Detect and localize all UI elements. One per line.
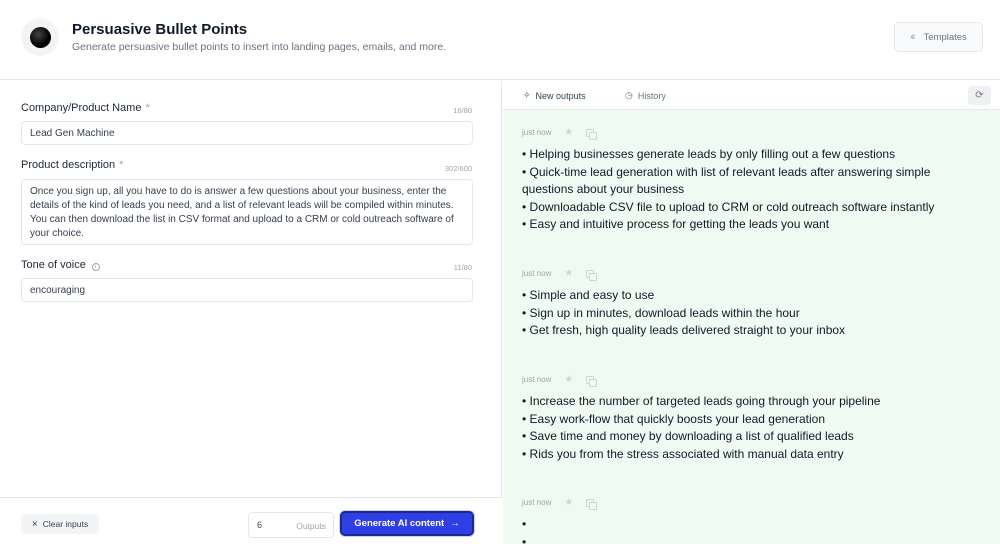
product-description-label: Product description * (21, 159, 123, 171)
output-timestamp: just now (522, 375, 552, 384)
outputs-count-value: 6 (257, 520, 263, 530)
output-line: • (522, 517, 527, 531)
close-icon: × (31, 518, 38, 530)
tab-history[interactable]: ◷ History (625, 90, 666, 101)
output-line: • Easy work-flow that quickly boosts you… (522, 411, 826, 426)
generate-label: Generate AI content (354, 518, 445, 529)
output-line: • Easy and intuitive process for getting… (522, 217, 830, 231)
product-description-counter: 302/600 (444, 164, 472, 173)
arrow-right-icon: → (450, 518, 460, 529)
clock-icon: ◷ (625, 90, 633, 100)
black-sphere-icon (29, 26, 51, 48)
outputs-panel: ✧ New outputs ◷ History ⟳ just now ★ • H… (503, 81, 1000, 544)
output-timestamp: just now (522, 128, 552, 137)
outputs-count-label: Outputs (296, 521, 326, 531)
output-line: • Get fresh, high quality leads delivere… (522, 323, 846, 337)
output-line: • Simple and easy to use (522, 288, 655, 302)
copy-icon[interactable] (586, 498, 598, 510)
templates-label: Templates (923, 31, 967, 43)
copy-icon[interactable] (586, 128, 598, 140)
output-line: • Quick-time lead generation with list o… (522, 164, 931, 197)
copy-icon[interactable] (586, 375, 598, 387)
input-form-panel: Company/Product Name * 16/80 Lead Gen Mac… (0, 81, 502, 544)
company-name-label: Company/Product Name * (21, 102, 150, 114)
output-text: • Increase the number of targeted leads … (522, 393, 977, 463)
output-meta: just now ★ (522, 268, 598, 281)
clear-inputs-label: Clear inputs (42, 519, 89, 529)
product-description-textarea[interactable]: Once you sign up, all you have to do is … (21, 179, 473, 245)
tone-of-voice-label-text: Tone of voice (21, 259, 86, 271)
output-text: • Helping businesses generate leads by o… (522, 146, 977, 234)
page-subtitle: Generate persuasive bullet points to ins… (72, 41, 447, 53)
output-line: • Sign up in minutes, download leads wit… (522, 305, 800, 320)
star-icon[interactable]: ★ (564, 127, 573, 138)
page-title: Persuasive Bullet Points (72, 21, 248, 38)
output-meta: just now ★ (522, 127, 598, 140)
generate-ai-content-button[interactable]: Generate AI content → (340, 511, 474, 536)
output-timestamp: just now (522, 498, 552, 507)
app-logo (21, 18, 59, 56)
company-name-label-text: Company/Product Name (21, 102, 142, 114)
tone-of-voice-input[interactable]: encouraging (21, 278, 473, 302)
tone-of-voice-counter: 11/80 (453, 263, 472, 272)
refresh-button[interactable]: ⟳ (968, 86, 991, 105)
output-text: • • (522, 516, 977, 544)
product-description-label-text: Product description (21, 159, 116, 171)
output-line: • Downloadable CSV file to upload to CRM… (522, 199, 935, 214)
output-text: • Simple and easy to use • Sign up in mi… (522, 287, 977, 340)
output-line: • (522, 534, 527, 544)
company-name-input[interactable]: Lead Gen Machine (21, 121, 473, 145)
output-line: • Save time and money by downloading a l… (522, 429, 854, 443)
tab-new-outputs-label: New outputs (535, 90, 586, 101)
page-header: Persuasive Bullet Points Generate persua… (0, 0, 1000, 80)
outputs-count-input[interactable]: 6 Outputs (248, 512, 334, 538)
templates-button[interactable]: ‹‹ Templates (894, 22, 983, 52)
tone-of-voice-label: Tone of voice i (21, 259, 100, 271)
output-meta: just now ★ (522, 497, 598, 510)
required-mark: * (145, 102, 150, 114)
output-line: • Increase the number of targeted leads … (522, 394, 881, 408)
company-name-counter: 16/80 (453, 106, 472, 115)
sparkle-icon: ✧ (523, 90, 531, 100)
outputs-tabs: ✧ New outputs ◷ History ⟳ (503, 81, 1000, 110)
output-meta: just now ★ (522, 374, 598, 387)
copy-icon[interactable] (586, 269, 598, 281)
star-icon[interactable]: ★ (564, 374, 573, 385)
clear-inputs-button[interactable]: × Clear inputs (21, 514, 99, 534)
tab-history-label: History (637, 90, 666, 101)
tab-new-outputs[interactable]: ✧ New outputs (523, 90, 586, 101)
output-line: • Helping businesses generate leads by o… (522, 147, 896, 161)
star-icon[interactable]: ★ (564, 268, 573, 279)
star-icon[interactable]: ★ (564, 497, 573, 508)
output-line: • Rids you from the stress associated wi… (522, 446, 844, 461)
form-footer: × Clear inputs 6 Outputs Generate AI con… (0, 497, 502, 544)
output-timestamp: just now (522, 269, 552, 278)
info-icon[interactable]: i (91, 263, 100, 271)
required-mark: * (119, 159, 124, 171)
refresh-icon: ⟳ (975, 90, 984, 101)
double-chevron-left-icon: ‹‹ (910, 31, 916, 43)
